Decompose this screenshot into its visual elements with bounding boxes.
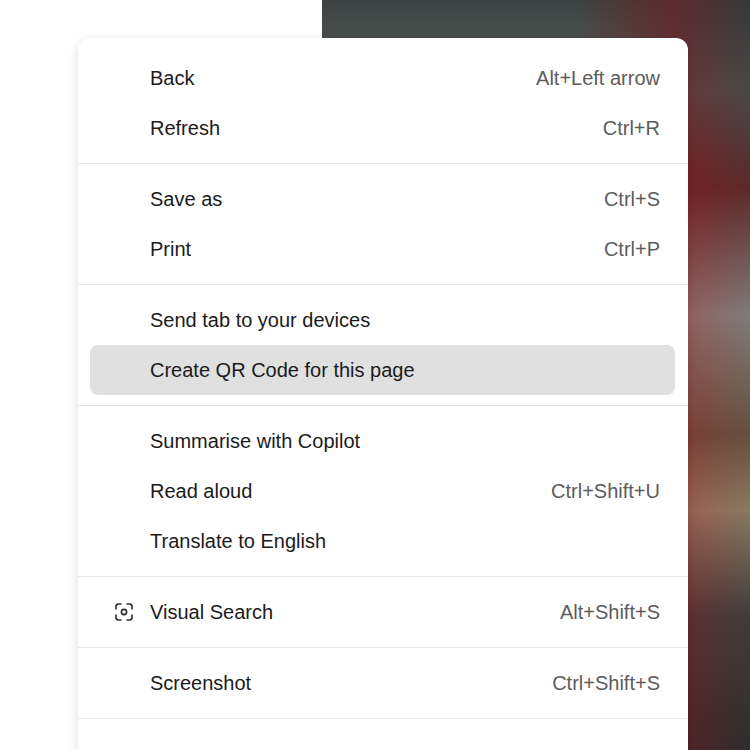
menu-item[interactable]: Print Ctrl+P: [90, 224, 675, 274]
menu-item[interactable]: Translate to English: [90, 516, 675, 566]
menu-item-label: Print: [150, 238, 588, 261]
menu-item-shortcut: Ctrl+Shift+U: [551, 480, 660, 503]
menu-item[interactable]: Save as Ctrl+S: [90, 174, 675, 224]
menu-item-label: Back: [150, 67, 520, 90]
menu-item-label: Translate to English: [150, 530, 660, 553]
visual-search-icon: [114, 602, 134, 622]
menu-group: Screenshot Ctrl+Shift+S: [78, 648, 688, 719]
menu-item-label: Save as: [150, 188, 588, 211]
menu-group: Summarise with Copilot Read aloud Ctrl+Shi…: [78, 406, 688, 577]
menu-item[interactable]: Back Alt+Left arrow: [90, 53, 675, 103]
menu-item[interactable]: Screenshot Ctrl+Shift+S: [90, 658, 675, 708]
menu-item-label: Create QR Code for this page: [150, 359, 660, 382]
browser-page: Back Alt+Left arrow Refresh Ctrl+R Save as Ct…: [0, 0, 750, 750]
menu-group: Visual Search Alt+Shift+S: [78, 577, 688, 648]
menu-item[interactable]: Read aloud Ctrl+Shift+U: [90, 466, 675, 516]
context-menu: Back Alt+Left arrow Refresh Ctrl+R Save as Ct…: [78, 38, 688, 750]
menu-item[interactable]: Create QR Code for this page: [90, 345, 675, 395]
menu-item-label: Summarise with Copilot: [150, 430, 660, 453]
menu-item-shortcut: Alt+Shift+S: [560, 601, 660, 624]
menu-item[interactable]: Visual Search Alt+Shift+S: [90, 587, 675, 637]
menu-item-label: Visual Search: [150, 601, 544, 624]
menu-group: Save as Ctrl+S Print Ctrl+P: [78, 164, 688, 285]
menu-item-shortcut: Ctrl+Shift+S: [552, 672, 660, 695]
menu-group: Send tab to your devices Create QR Code f…: [78, 285, 688, 406]
menu-item-label: Screenshot: [150, 672, 536, 695]
menu-item[interactable]: Send tab to your devices: [90, 295, 675, 345]
menu-item-shortcut: Ctrl+S: [604, 188, 660, 211]
menu-group: Back Alt+Left arrow Refresh Ctrl+R: [78, 53, 688, 164]
menu-item-shortcut: Ctrl+R: [603, 117, 660, 140]
menu-item-label: Read aloud: [150, 480, 535, 503]
menu-item-label: Send tab to your devices: [150, 309, 660, 332]
menu-item-shortcut: Alt+Left arrow: [536, 67, 660, 90]
menu-item-shortcut: Ctrl+P: [604, 238, 660, 261]
menu-item-label: Refresh: [150, 117, 587, 140]
icon-slot: [104, 602, 150, 622]
menu-item[interactable]: Refresh Ctrl+R: [90, 103, 675, 153]
menu-item[interactable]: Summarise with Copilot: [90, 416, 675, 466]
